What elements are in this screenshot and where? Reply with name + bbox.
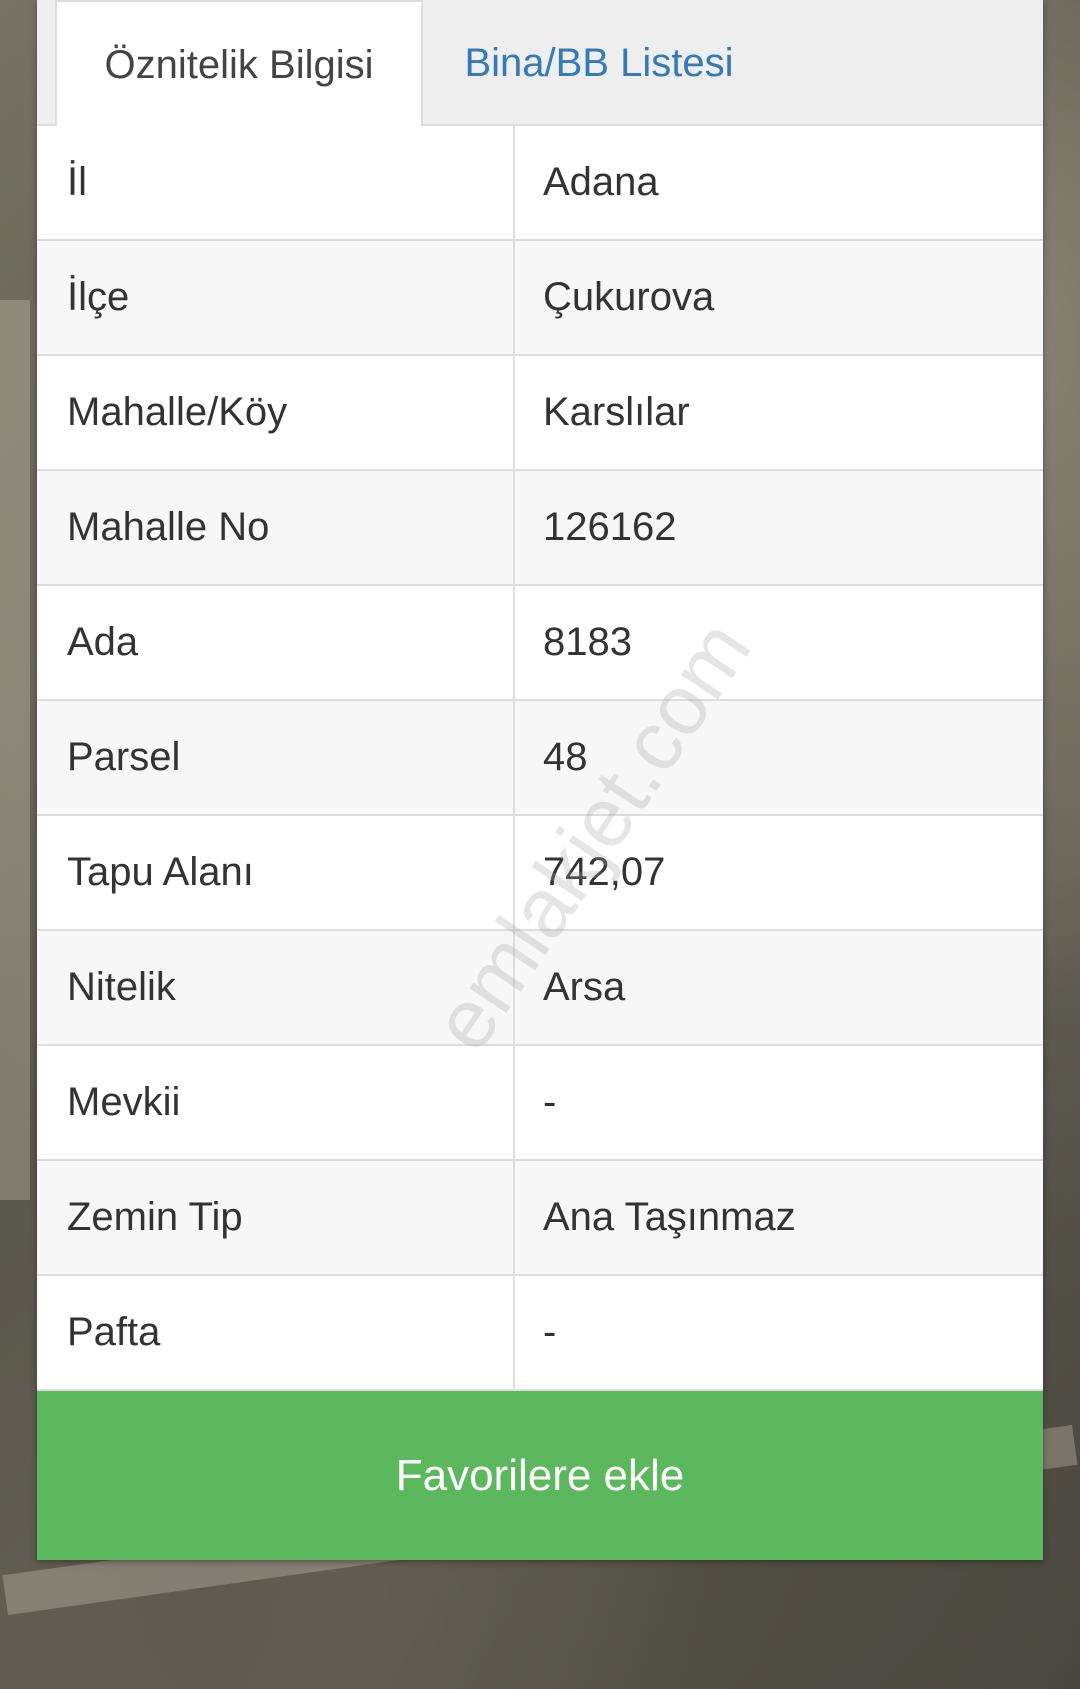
row-value: Çukurova bbox=[543, 275, 715, 319]
table-row: Tapu Alanı 742,07 bbox=[37, 816, 1043, 931]
row-label: Ada bbox=[37, 586, 515, 699]
parcel-info-panel: Öznitelik Bilgisi Bina/BB Listesi İl Ada… bbox=[37, 0, 1043, 1560]
row-value: - bbox=[543, 1310, 557, 1354]
row-label: Mevkii bbox=[37, 1046, 515, 1159]
attribute-table: İl Adana İlçe Çukurova Mahalle/Köy Karsl… bbox=[37, 126, 1043, 1391]
row-label: Nitelik bbox=[37, 931, 515, 1044]
table-row: Parsel 48 bbox=[37, 701, 1043, 816]
row-value: 742,07 bbox=[543, 850, 666, 894]
row-value: Adana bbox=[543, 160, 659, 204]
tab-building-list[interactable]: Bina/BB Listesi bbox=[423, 0, 775, 126]
row-label: Mahalle No bbox=[37, 471, 515, 584]
row-value: - bbox=[543, 1080, 557, 1124]
row-value: 48 bbox=[543, 735, 588, 779]
row-value: 8183 bbox=[543, 620, 632, 664]
row-label: Zemin Tip bbox=[37, 1161, 515, 1274]
table-row: Mevkii - bbox=[37, 1046, 1043, 1161]
table-row: Mahalle No 126162 bbox=[37, 471, 1043, 586]
row-label: Tapu Alanı bbox=[37, 816, 515, 929]
table-row: Pafta - bbox=[37, 1276, 1043, 1391]
row-label: İlçe bbox=[37, 241, 515, 354]
row-value: Arsa bbox=[543, 965, 626, 1009]
map-road bbox=[0, 300, 30, 1200]
table-row: İl Adana bbox=[37, 126, 1043, 241]
row-label: Parsel bbox=[37, 701, 515, 814]
table-row: Ada 8183 bbox=[37, 586, 1043, 701]
row-label: Mahalle/Köy bbox=[37, 356, 515, 469]
table-row: İlçe Çukurova bbox=[37, 241, 1043, 356]
table-row: Nitelik Arsa bbox=[37, 931, 1043, 1046]
row-value: Karslılar bbox=[543, 390, 690, 434]
tab-bar: Öznitelik Bilgisi Bina/BB Listesi bbox=[37, 0, 1043, 128]
table-row: Mahalle/Köy Karslılar bbox=[37, 356, 1043, 471]
row-label: Pafta bbox=[37, 1276, 515, 1389]
row-label: İl bbox=[37, 126, 515, 239]
row-value: 126162 bbox=[543, 505, 677, 549]
tab-attribute-info[interactable]: Öznitelik Bilgisi bbox=[55, 0, 423, 128]
row-value: Ana Taşınmaz bbox=[543, 1195, 796, 1239]
table-row: Zemin Tip Ana Taşınmaz bbox=[37, 1161, 1043, 1276]
add-to-favorites-button[interactable]: Favorilere ekle bbox=[37, 1391, 1043, 1560]
